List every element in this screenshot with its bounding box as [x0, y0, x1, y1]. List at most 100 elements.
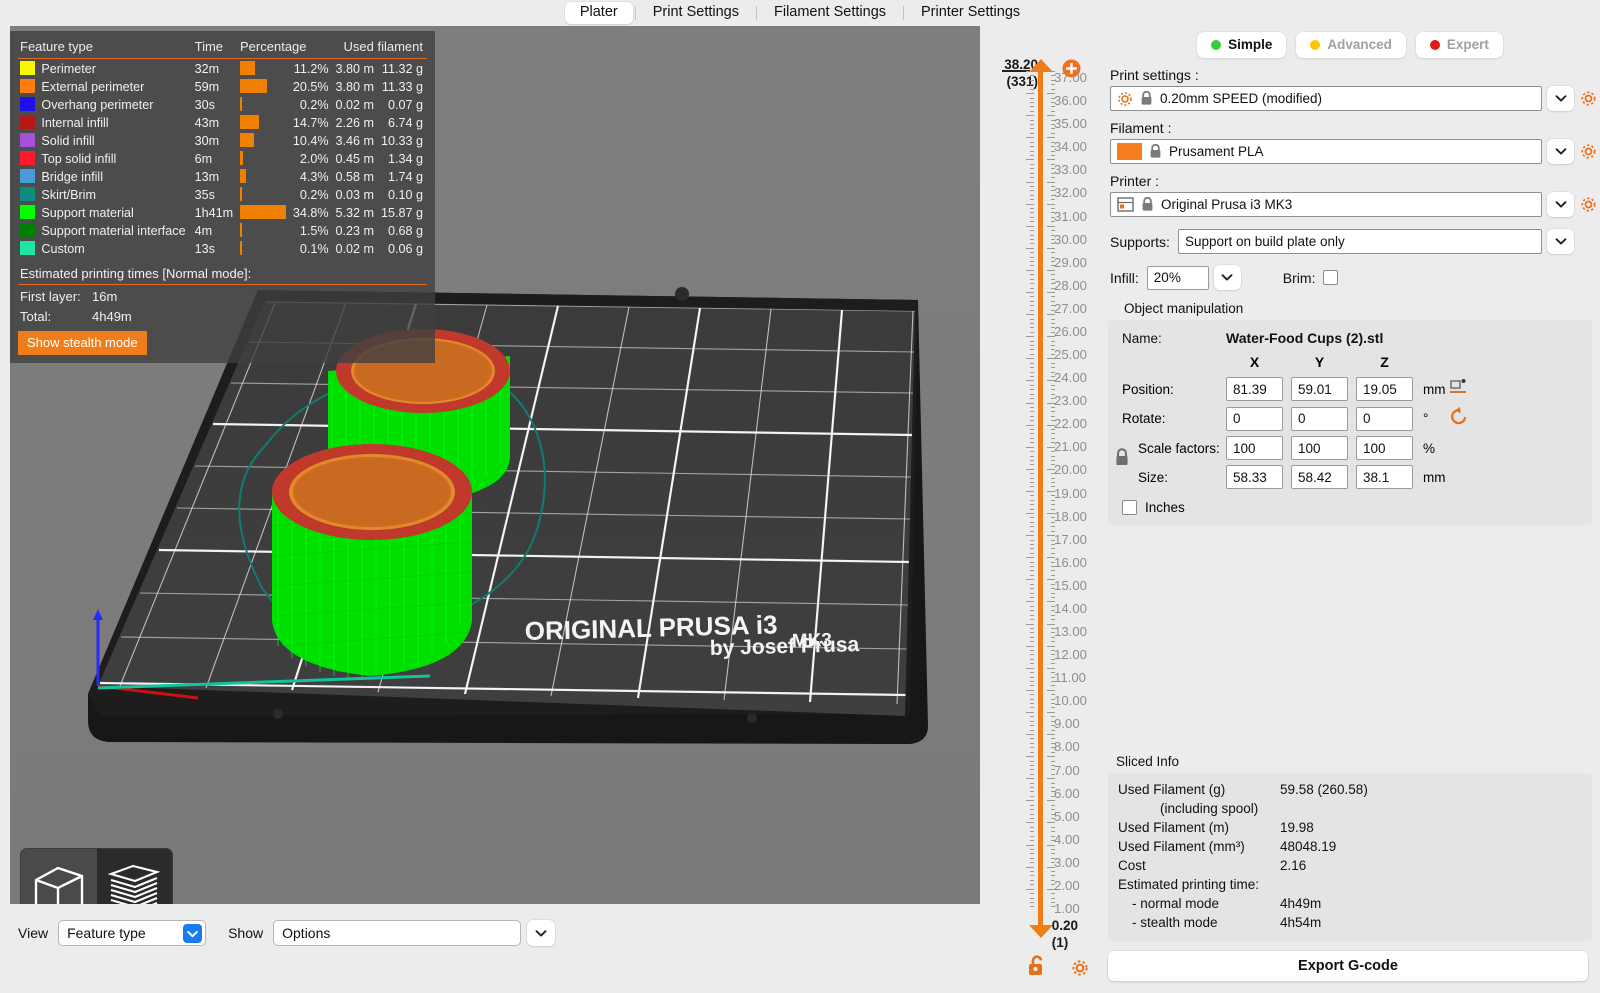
layer-slider[interactable]: 38.20 (331) 37.00 36.00 35.00 34.00 33.00 32.… — [982, 26, 1100, 993]
reset-rotation-icon[interactable] — [1449, 406, 1470, 431]
chevron-down-icon[interactable] — [183, 924, 203, 943]
layer-tick — [1030, 84, 1034, 86]
view-select[interactable]: Feature type — [58, 920, 207, 946]
layer-tick — [1030, 437, 1034, 439]
legend-col-time: Time — [192, 37, 239, 59]
brim-checkbox[interactable] — [1323, 270, 1339, 285]
inches-checkbox[interactable] — [1122, 500, 1137, 515]
layer-tick — [1030, 871, 1034, 873]
legend-feature-time: 4m — [194, 223, 213, 238]
est-stealth-value: 4h54m — [1280, 915, 1322, 930]
layer-tick — [1030, 879, 1034, 881]
infill-input[interactable]: 20% — [1146, 265, 1209, 290]
mode-button-advanced[interactable]: Advanced — [1296, 32, 1406, 58]
mode-button-expert[interactable]: Expert — [1415, 32, 1503, 58]
filament-chevron-icon[interactable] — [1547, 139, 1574, 164]
layer-tick — [1026, 844, 1034, 846]
legend-bar-cell — [238, 149, 290, 167]
est-time-title: Estimated printing time: — [1118, 877, 1260, 892]
size-z-input[interactable]: 38.1 — [1356, 465, 1413, 489]
scale-z-input[interactable]: 100 — [1356, 436, 1413, 460]
layer-tick — [1030, 725, 1034, 727]
layer-tick — [1026, 756, 1034, 758]
layer-slider-lower-handle[interactable] — [1029, 925, 1053, 938]
printer-gear-icon[interactable] — [1576, 192, 1600, 217]
supports-combo[interactable]: Support on build plate only — [1177, 229, 1542, 254]
position-z-input[interactable]: 19.05 — [1356, 377, 1413, 401]
rotate-x-input[interactable]: 0 — [1226, 406, 1283, 431]
layer-tick-label: 19.00 — [1054, 485, 1088, 501]
scale-y-input[interactable]: 100 — [1291, 436, 1348, 460]
tab-plater[interactable]: Plater — [564, 2, 633, 24]
layer-tick — [1030, 747, 1034, 749]
print-settings-row: 0.20mm SPEED (modified) — [1100, 86, 1600, 111]
layer-slider-gear-icon[interactable] — [1070, 958, 1090, 983]
layer-tick — [1030, 340, 1034, 342]
layer-tick — [1030, 331, 1034, 333]
scale-x-input[interactable]: 100 — [1226, 436, 1283, 460]
filament-combo[interactable]: Prusament PLA — [1110, 139, 1542, 164]
3d-editor-view-icon[interactable] — [21, 849, 97, 904]
position-y-input[interactable]: 59.01 — [1291, 377, 1348, 401]
tab-filament-settings[interactable]: Filament Settings — [759, 2, 901, 24]
preview-layers-icon[interactable] — [96, 849, 172, 904]
legend-bar-cell — [238, 203, 290, 221]
tab-print-settings[interactable]: Print Settings — [638, 2, 754, 24]
infill-chevron-icon[interactable] — [1213, 265, 1241, 290]
sliced-info-value: 48048.19 — [1280, 839, 1337, 854]
layer-tick — [1030, 769, 1034, 771]
legend-row: Support material 1h41m 34.8% 5.32 m 15.87 g — [18, 203, 427, 221]
unlock-icon[interactable] — [1026, 954, 1048, 983]
rotate-y-input[interactable]: 0 — [1291, 406, 1348, 431]
layer-tick-label: 29.00 — [1054, 254, 1088, 270]
3d-viewport[interactable]: ORIGINAL PRUSA i3 MK3 by Josef Prusa Fea… — [10, 26, 980, 904]
legend-feature-time: 30s — [194, 97, 215, 112]
show-options-chevron-icon[interactable] — [527, 920, 556, 946]
legend-feature-weight: 6.74 g — [387, 115, 423, 130]
tab-printer-settings[interactable]: Printer Settings — [906, 2, 1035, 24]
layer-tick — [1026, 645, 1034, 647]
layer-tick — [1026, 601, 1034, 603]
layer-tick — [1030, 627, 1034, 629]
printer-combo[interactable]: Original Prusa i3 MK3 — [1110, 192, 1542, 217]
layer-tick — [1030, 473, 1034, 475]
layer-tick — [1030, 199, 1034, 201]
uniform-scale-lock-icon[interactable] — [1114, 448, 1130, 472]
legend-col-feature-type: Feature type — [18, 37, 193, 59]
view-mode-toggle[interactable] — [20, 848, 173, 904]
mode-dot-icon — [1429, 39, 1440, 50]
mode-button-simple[interactable]: Simple — [1197, 32, 1287, 58]
layer-tick — [1026, 800, 1034, 802]
layer-tick — [1026, 269, 1034, 271]
show-stealth-mode-button[interactable]: Show stealth mode — [18, 331, 147, 355]
legend-table: Feature type Time Percentage Used filame… — [18, 37, 427, 257]
layer-tick — [1030, 530, 1034, 532]
printer-chevron-icon[interactable] — [1547, 192, 1574, 217]
layer-tick — [1030, 274, 1034, 276]
print-settings-chevron-icon[interactable] — [1547, 86, 1574, 111]
layer-tick — [1030, 605, 1034, 607]
legend-row: Skirt/Brim 35s 0.2% 0.03 m 0.10 g — [18, 185, 427, 203]
layer-slider-track[interactable] — [1038, 71, 1043, 925]
sliced-info-key: Cost — [1118, 858, 1146, 873]
legend-feature-name: Internal infill — [41, 115, 109, 130]
tab-separator — [755, 6, 757, 20]
rotate-z-input[interactable]: 0 — [1356, 406, 1413, 431]
layer-tick — [1030, 636, 1034, 638]
layer-slider-upper-handle[interactable] — [1029, 59, 1053, 72]
print-settings-combo[interactable]: 0.20mm SPEED (modified) — [1110, 86, 1542, 111]
legend-feature-percentage: 10.4% — [292, 133, 329, 148]
show-options-input[interactable]: Options — [273, 920, 522, 946]
legend-header-row: Feature type Time Percentage Used filame… — [18, 37, 427, 59]
size-x-input[interactable]: 58.33 — [1226, 465, 1283, 489]
export-gcode-button[interactable]: Export G-code — [1108, 951, 1588, 981]
size-y-input[interactable]: 58.42 — [1291, 465, 1348, 489]
layer-tick — [1030, 539, 1034, 541]
drop-to-bed-icon[interactable] — [1449, 377, 1468, 401]
filament-gear-icon[interactable] — [1576, 139, 1600, 164]
supports-chevron-icon[interactable] — [1547, 229, 1574, 254]
sliced-info-value: 2.16 — [1280, 858, 1307, 873]
print-settings-gear-icon[interactable] — [1576, 86, 1600, 111]
size-row: Size: 58.33 58.42 38.1 mm — [1116, 465, 1584, 489]
position-x-input[interactable]: 81.39 — [1226, 377, 1283, 401]
